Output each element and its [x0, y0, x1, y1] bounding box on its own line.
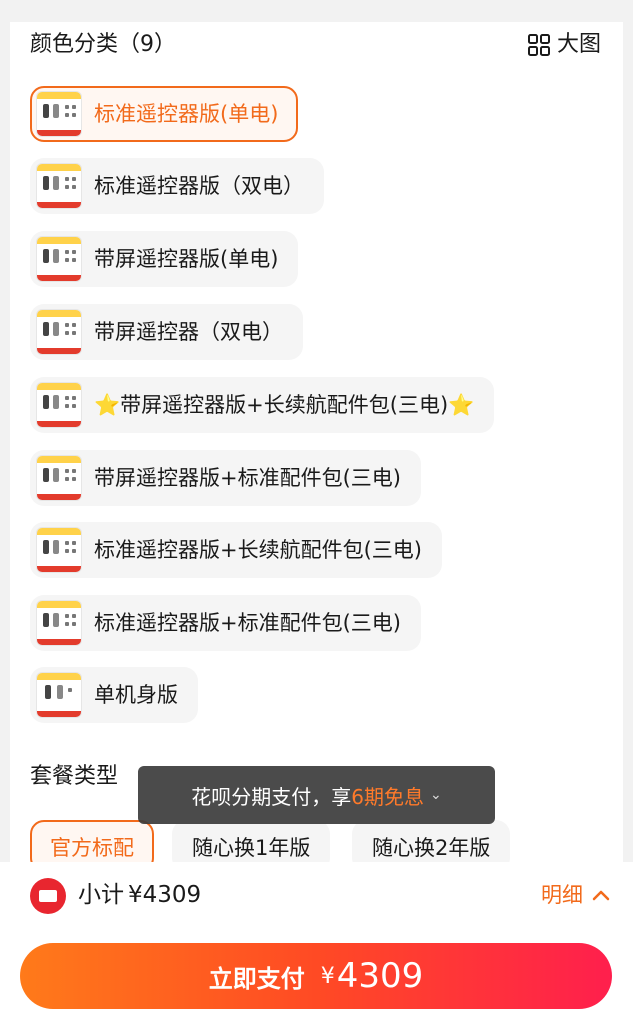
color-option[interactable]: 带屏遥控器（双电）	[30, 304, 303, 360]
color-option-label: ⭐带屏遥控器版+长续航配件包(三电)⭐	[94, 393, 475, 417]
color-option-label: 标准遥控器版+长续航配件包(三电)	[94, 538, 422, 562]
star-icon: ⭐	[448, 393, 475, 417]
chevron-up-icon	[592, 890, 610, 901]
color-option[interactable]: ⭐带屏遥控器版+长续航配件包(三电)⭐	[30, 377, 495, 433]
checkout-bar: 小计 ¥4309 明细 立即支付 ¥ 4309	[0, 862, 633, 1024]
package-option[interactable]: 随心换1年版	[172, 820, 331, 862]
toast-prefix: 花呗分期支付，享	[191, 784, 352, 809]
color-option-label: 标准遥控器版（双电）	[94, 174, 304, 198]
color-option-label: 带屏遥控器（双电）	[94, 320, 283, 344]
subtotal-label: 小计	[78, 882, 124, 908]
pay-label: 立即支付	[208, 964, 305, 993]
pay-currency: ¥	[320, 963, 335, 989]
subtotal-amount: ¥4309	[128, 882, 202, 908]
color-option-label: 单机身版	[94, 683, 178, 707]
subtotal: 小计 ¥4309	[78, 880, 201, 910]
product-thumbnail	[36, 163, 82, 209]
coupon-icon	[30, 878, 66, 914]
status-bar-area	[0, 0, 633, 22]
detail-toggle[interactable]: 明细	[541, 880, 611, 910]
package-section-title: 套餐类型	[30, 764, 119, 789]
detail-label: 明细	[541, 883, 583, 907]
package-option[interactable]: 官方标配	[30, 820, 154, 862]
pay-now-button[interactable]: 立即支付 ¥ 4309	[20, 943, 612, 1009]
installment-toast[interactable]: 花呗分期支付，享 6期免息 ⌄	[138, 766, 495, 824]
sku-selector-panel: 颜色分类（9） 大图 标准遥控器版(单电) 标准遥控器版（双电） 带屏遥控器版(…	[10, 22, 623, 862]
grid-view-icon	[527, 34, 550, 56]
toast-highlight: 6期免息	[351, 784, 424, 809]
product-thumbnail	[36, 236, 82, 282]
color-section-title: 颜色分类（9）	[30, 32, 176, 57]
color-option[interactable]: 标准遥控器版(单电)	[30, 86, 299, 142]
product-thumbnail	[36, 91, 82, 137]
product-thumbnail	[36, 455, 82, 501]
color-option[interactable]: 带屏遥控器版+标准配件包(三电)	[30, 450, 421, 506]
package-option[interactable]: 随心换2年版	[352, 820, 511, 862]
color-option[interactable]: 带屏遥控器版(单电)	[30, 231, 299, 287]
color-option-label: 标准遥控器版(单电)	[94, 102, 279, 126]
big-view-label: 大图	[556, 32, 601, 57]
product-thumbnail	[36, 527, 82, 573]
color-option[interactable]: 标准遥控器版+长续航配件包(三电)	[30, 522, 442, 578]
color-option-label: 标准遥控器版+标准配件包(三电)	[94, 611, 401, 635]
product-thumbnail	[36, 382, 82, 428]
product-thumbnail	[36, 309, 82, 355]
color-option[interactable]: 标准遥控器版+标准配件包(三电)	[30, 595, 421, 651]
chevron-down-icon: ⌄	[430, 787, 442, 803]
color-option[interactable]: 标准遥控器版（双电）	[30, 158, 324, 214]
star-icon: ⭐	[94, 393, 121, 417]
product-thumbnail	[36, 600, 82, 646]
color-option[interactable]: 单机身版	[30, 667, 198, 723]
big-view-toggle[interactable]: 大图	[527, 32, 601, 58]
pay-amount: 4309	[336, 956, 424, 996]
color-option-label: 带屏遥控器版(单电)	[94, 247, 279, 271]
color-option-label: 带屏遥控器版+标准配件包(三电)	[94, 466, 401, 490]
product-thumbnail	[36, 672, 82, 718]
